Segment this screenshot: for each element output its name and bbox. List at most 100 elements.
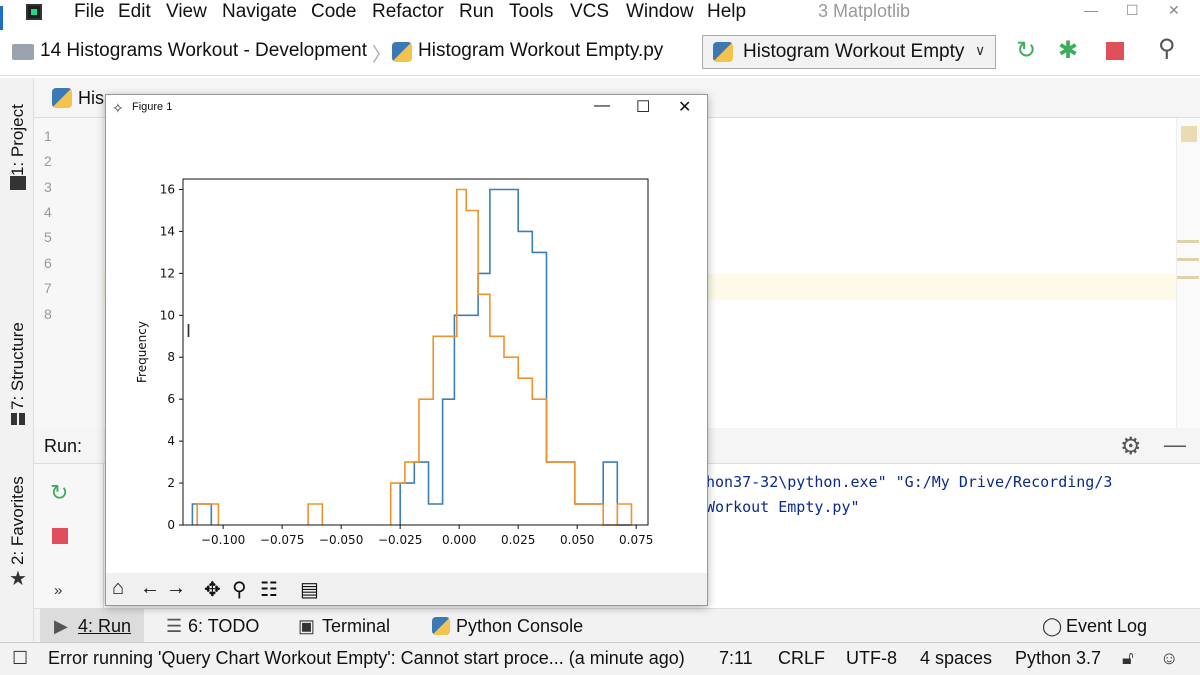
y-axis-label: Frequency	[135, 321, 149, 383]
menu-file[interactable]: File	[74, 1, 105, 23]
maximize-icon[interactable]: ☐	[1126, 2, 1139, 19]
pycharm-logo-icon	[26, 4, 42, 20]
home-icon[interactable]: ⌂	[112, 577, 124, 600]
menu-tools[interactable]: Tools	[509, 1, 553, 23]
breadcrumb-project[interactable]: 14 Histograms Workout - Development	[40, 40, 367, 62]
line-number: 3	[44, 179, 52, 195]
run-configuration-label: Histogram Workout Empty	[743, 41, 965, 62]
tab-run[interactable]: 4: Run	[78, 616, 131, 637]
scroll-mark	[1177, 258, 1199, 261]
rerun-run-icon[interactable]: ↻	[50, 480, 68, 506]
menu-refactor[interactable]: Refactor	[372, 1, 444, 23]
text-cursor-icon: I	[186, 321, 192, 341]
y-tick-label: 2	[167, 476, 175, 490]
x-tick-label: −0.050	[319, 533, 363, 547]
status-line-separator[interactable]: CRLF	[778, 648, 825, 669]
stop-icon[interactable]	[1106, 42, 1124, 60]
tab-favorites[interactable]: 2: Favorites	[8, 476, 28, 565]
y-tick-label: 12	[160, 266, 175, 280]
x-tick-label: −0.025	[378, 533, 422, 547]
line-number: 2	[44, 153, 52, 169]
menu-run[interactable]: Run	[459, 1, 494, 23]
tab-terminal[interactable]: Terminal	[322, 616, 390, 637]
status-message[interactable]: Error running 'Query Chart Workout Empty…	[48, 648, 685, 669]
menu-edit[interactable]: Edit	[118, 1, 151, 23]
status-encoding[interactable]: UTF-8	[846, 648, 897, 669]
tab-project[interactable]: 1: Project	[8, 104, 28, 176]
zoom-icon[interactable]: ⚲	[232, 577, 247, 602]
hide-panel-icon[interactable]: —	[1164, 432, 1186, 458]
status-toggle-icon[interactable]: ☐	[12, 648, 28, 669]
folder-icon	[12, 44, 34, 60]
chevron-down-icon: ∨	[975, 42, 986, 58]
run-configuration-select[interactable]: Histogram Workout Empty ∨	[702, 35, 996, 69]
console-output-line: hon37-32\python.exe" "G:/My Drive/Record…	[706, 473, 1113, 491]
save-icon[interactable]: ▤	[300, 577, 319, 602]
figure-title: Figure 1	[132, 101, 173, 113]
list-icon: ☰	[166, 616, 183, 636]
figure-minimize-icon[interactable]: —	[594, 97, 610, 115]
x-tick-label: 0.000	[442, 533, 476, 547]
histogram-chart: −0.100 −0.075 −0.050 −0.025 0.000 0.025 0.050 0…	[135, 178, 653, 547]
histogram-series-1	[191, 188, 632, 526]
y-tick-label: 10	[160, 308, 175, 322]
figure-window: ✧ Figure 1 — ☐ ✕ −0.100 −0.075 −0.050 −0.02…	[105, 94, 708, 606]
line-number: 7	[44, 280, 52, 296]
debug-icon[interactable]: ✱	[1058, 36, 1078, 65]
tab-event-log[interactable]: Event Log	[1066, 616, 1147, 637]
more-icon[interactable]: »	[54, 582, 62, 599]
bottom-tool-tabs: ▶ 4: Run ☰ 6: TODO ▣ Terminal Python Con…	[34, 608, 1200, 643]
editor-tab-python-icon	[52, 88, 72, 108]
window-title: 3 Matplotlib	[818, 1, 911, 21]
forward-icon[interactable]: →	[166, 577, 186, 600]
y-tick-label: 8	[167, 350, 175, 364]
menu-navigate[interactable]: Navigate	[222, 1, 297, 23]
y-tick-label: 0	[167, 518, 175, 532]
project-folder-icon	[10, 176, 26, 190]
lock-icon[interactable]: 🔓︎	[1122, 648, 1134, 669]
line-number: 8	[44, 306, 52, 322]
status-position[interactable]: 7:11	[719, 648, 753, 669]
pan-icon[interactable]: ✥	[204, 577, 221, 602]
status-interpreter[interactable]: Python 3.7	[1015, 648, 1101, 669]
y-tick-label: 14	[160, 224, 175, 238]
status-indent[interactable]: 4 spaces	[920, 648, 992, 669]
figure-close-icon[interactable]: ✕	[678, 97, 691, 117]
scroll-mark	[1177, 240, 1199, 243]
rerun-icon[interactable]: ↻	[1016, 36, 1036, 65]
python-config-icon	[713, 42, 733, 62]
tab-structure[interactable]: 7: Structure	[8, 322, 28, 410]
run-toolbar: ↻ »	[34, 464, 104, 608]
menu-window[interactable]: Window	[626, 1, 694, 23]
plot-frame	[182, 178, 649, 526]
stop-run-icon[interactable]	[52, 528, 68, 544]
tab-todo[interactable]: 6: TODO	[188, 616, 259, 637]
star-icon: ★	[9, 568, 27, 590]
x-tick-label: −0.100	[201, 533, 245, 547]
tab-python-console[interactable]: Python Console	[456, 616, 583, 637]
configure-subplots-icon[interactable]: ☷	[260, 577, 278, 602]
breadcrumb-file[interactable]: Histogram Workout Empty.py	[418, 40, 663, 62]
y-tick-label: 4	[167, 434, 175, 448]
console-output-line: Workout Empty.py"	[706, 498, 860, 516]
inspector-icon[interactable]: ☺	[1160, 648, 1178, 669]
minimize-icon[interactable]: —	[1084, 2, 1098, 18]
breadcrumb-separator-icon: 〉	[372, 45, 392, 66]
menu-code[interactable]: Code	[311, 1, 356, 23]
x-tick-label: 0.025	[501, 533, 535, 547]
y-tick-label: 16	[160, 182, 175, 196]
menu-bar: File Edit View Navigate Code Refactor Ru…	[0, 0, 1200, 26]
figure-maximize-icon[interactable]: ☐	[636, 97, 650, 117]
editor-scroll-marks[interactable]	[1176, 118, 1200, 428]
menu-help[interactable]: Help	[707, 1, 746, 23]
back-icon[interactable]: ←	[140, 577, 160, 600]
x-tick-label: 0.075	[619, 533, 653, 547]
menu-view[interactable]: View	[166, 1, 207, 23]
editor-tab[interactable]: His	[78, 88, 104, 109]
menu-vcs[interactable]: VCS	[570, 1, 609, 23]
search-icon[interactable]: ⚲	[1158, 34, 1176, 63]
close-icon[interactable]: ✕	[1168, 2, 1180, 19]
gear-icon[interactable]: ⚙	[1120, 432, 1142, 461]
y-tick-label: 6	[167, 392, 175, 406]
line-number: 6	[44, 255, 52, 271]
